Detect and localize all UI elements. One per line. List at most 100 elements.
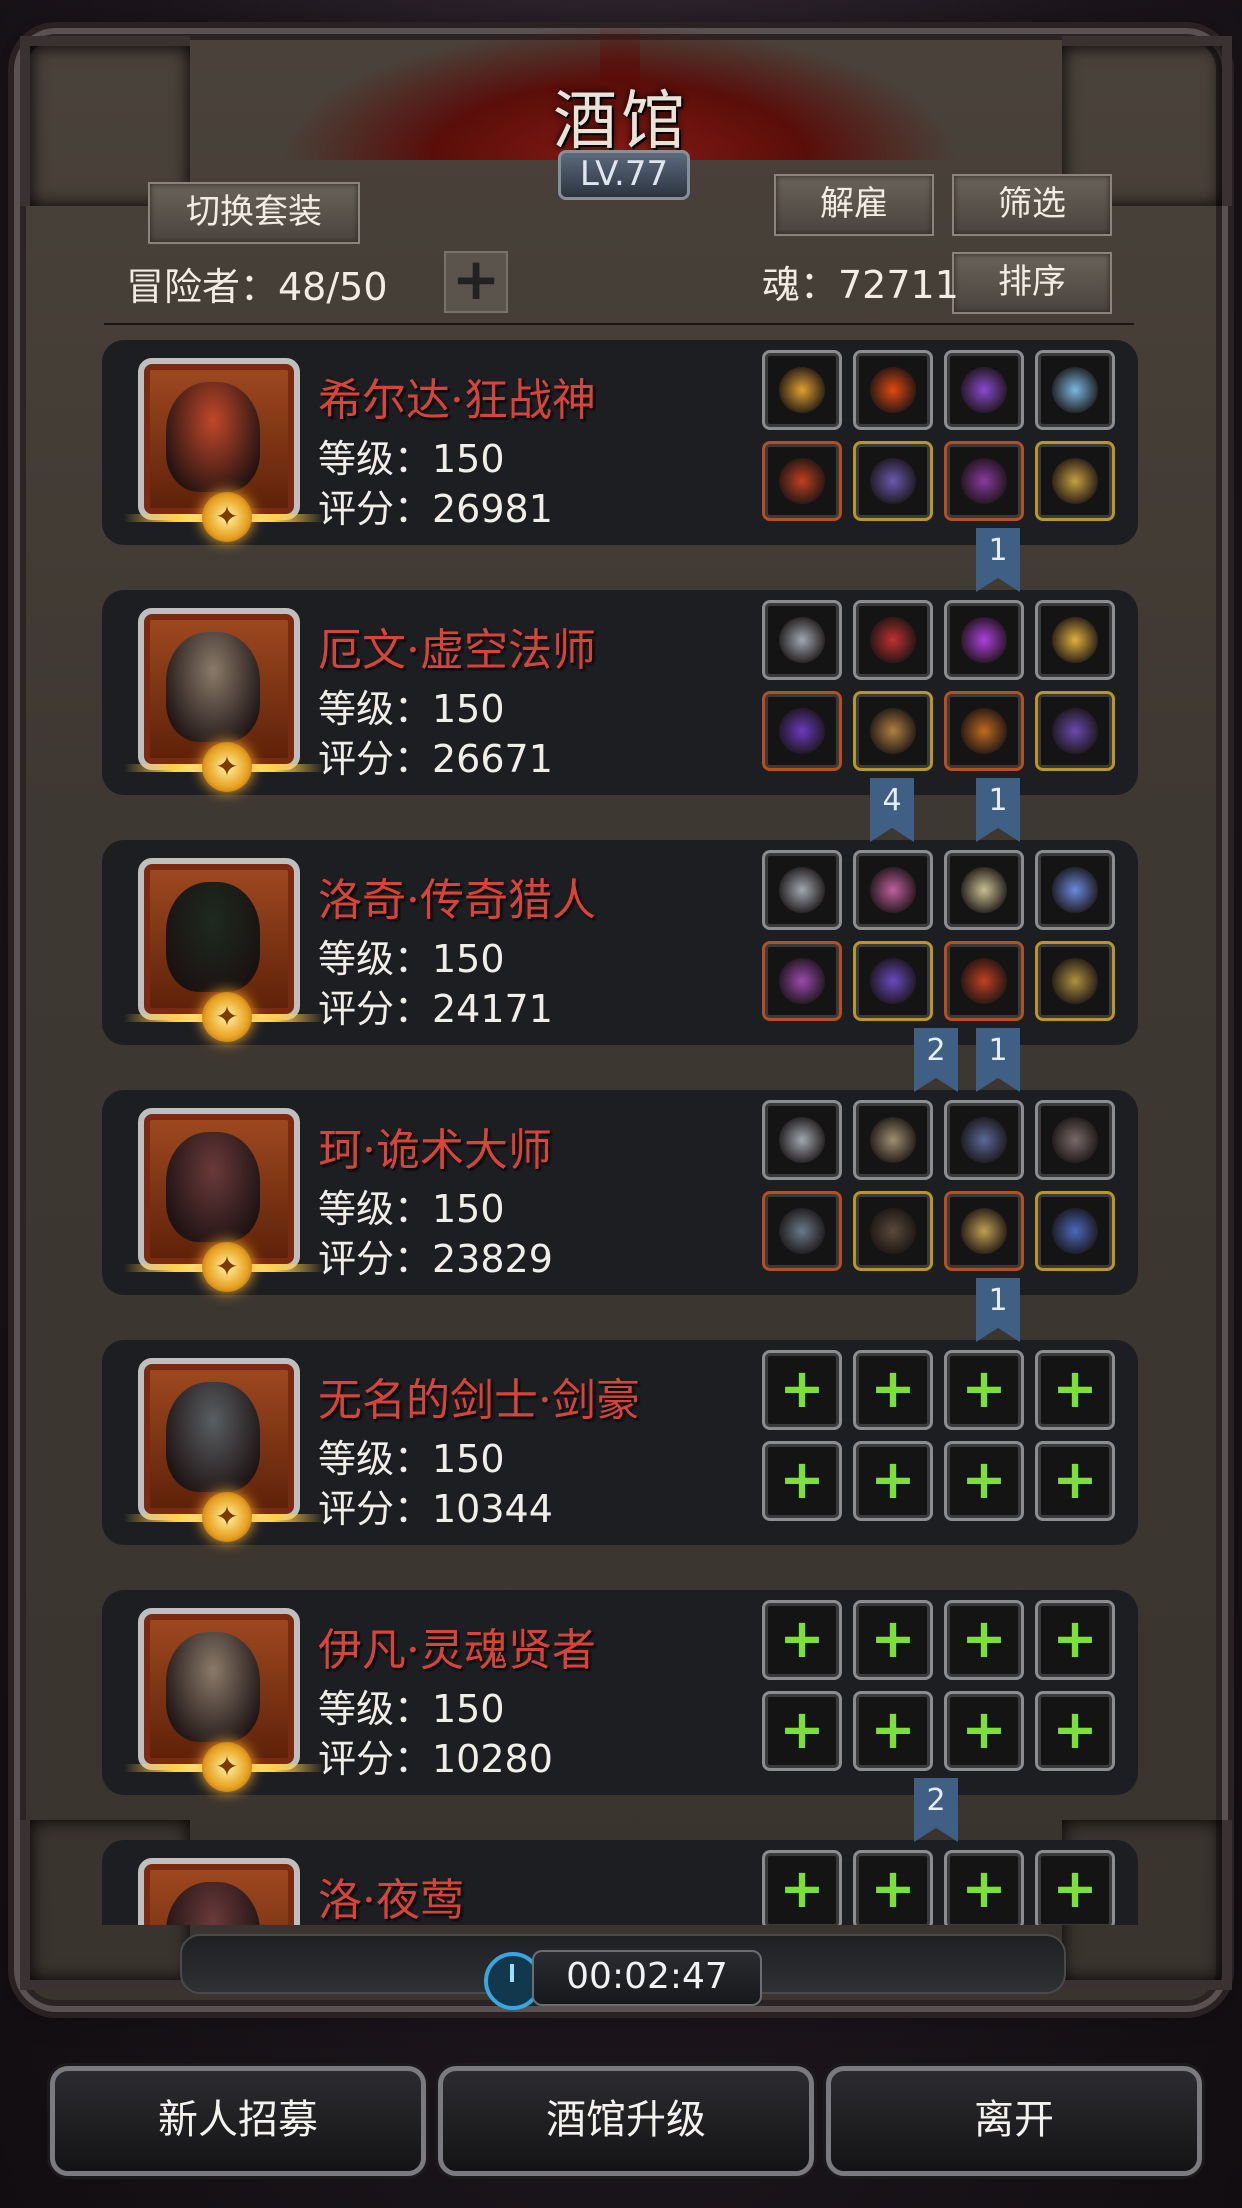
equipment-item-icon <box>779 617 825 663</box>
equipment-slot[interactable] <box>853 350 933 430</box>
adventurer-list[interactable]: ✦ 希尔达·狂战神 等级：150 评分：26981 ✦ 厄文·虚空法师 等级：150 评分：2… <box>98 340 1138 1925</box>
adventurer-card[interactable]: ✦ 伊凡·灵魂贤者 等级：150 评分：10280 + + + + + + + + <box>102 1590 1138 1795</box>
equipment-slot[interactable] <box>762 1100 842 1180</box>
equipment-slot[interactable] <box>762 600 842 680</box>
equipment-slot[interactable] <box>1035 441 1115 521</box>
equipment-item-icon <box>961 1117 1007 1163</box>
equipment-slot[interactable] <box>762 941 842 1021</box>
empty-equipment-slot[interactable]: + <box>853 1850 933 1925</box>
empty-equipment-slot[interactable]: + <box>1035 1441 1115 1521</box>
adventurer-card[interactable]: ✦ 珂·诡术大师 等级：150 评分：23829 <box>102 1090 1138 1295</box>
empty-equipment-slot[interactable]: + <box>762 1850 842 1925</box>
equipment-slot[interactable] <box>944 1100 1024 1180</box>
hero-name: 伊凡·灵魂贤者 <box>318 1625 596 1676</box>
empty-equipment-slot[interactable]: + <box>944 1850 1024 1925</box>
adventurer-card[interactable]: ✦ 无名的剑士·剑豪 等级：150 评分：10344 + + + + + + + + <box>102 1340 1138 1545</box>
equipment-item-icon <box>1052 867 1098 913</box>
equipment-slot[interactable] <box>762 850 842 930</box>
equipment-slot[interactable] <box>944 691 1024 771</box>
equipment-slot[interactable] <box>853 1191 933 1271</box>
adventurer-card[interactable]: ✦洛·夜莺++++++++ <box>102 1840 1138 1925</box>
bonus-count-flag: 2 <box>914 1778 958 1842</box>
hero-name: 厄文·虚空法师 <box>318 625 596 676</box>
equipment-slot[interactable] <box>1035 691 1115 771</box>
equipment-slot[interactable] <box>1035 850 1115 930</box>
hero-level: 等级：150 <box>318 1187 505 1231</box>
equipment-slot[interactable] <box>762 350 842 430</box>
add-equipment-icon: + <box>1052 1357 1098 1420</box>
add-equipment-icon: + <box>961 1357 1007 1420</box>
empty-equipment-slot[interactable]: + <box>1035 1850 1115 1925</box>
empty-equipment-slot[interactable]: + <box>762 1691 842 1771</box>
adventurer-card[interactable]: ✦ 厄文·虚空法师 等级：150 评分：26671 <box>102 590 1138 795</box>
equipment-slot[interactable] <box>944 941 1024 1021</box>
equipment-slot[interactable] <box>1035 600 1115 680</box>
hero-portrait[interactable]: ✦ <box>124 1108 324 1292</box>
add-equipment-icon: + <box>870 1607 916 1670</box>
hero-portrait[interactable]: ✦ <box>124 608 324 792</box>
equipment-slot[interactable] <box>944 1191 1024 1271</box>
empty-equipment-slot[interactable]: + <box>1035 1600 1115 1680</box>
empty-equipment-slot[interactable]: + <box>944 1350 1024 1430</box>
frame-corner-decoration <box>20 36 190 206</box>
empty-equipment-slot[interactable]: + <box>944 1600 1024 1680</box>
equipment-item-icon <box>1052 367 1098 413</box>
adventurer-card[interactable]: ✦ 希尔达·狂战神 等级：150 评分：26981 <box>102 340 1138 545</box>
switch-outfit-button[interactable]: 切换套装 <box>148 182 360 244</box>
hero-portrait[interactable]: ✦ <box>124 1358 324 1542</box>
rank-emblem-icon: ✦ <box>202 992 252 1042</box>
empty-equipment-slot[interactable]: + <box>944 1691 1024 1771</box>
equipment-slot[interactable] <box>944 350 1024 430</box>
empty-equipment-slot[interactable]: + <box>853 1691 933 1771</box>
equipment-slot[interactable] <box>853 691 933 771</box>
empty-equipment-slot[interactable]: + <box>762 1441 842 1521</box>
empty-equipment-slot[interactable]: + <box>853 1441 933 1521</box>
hero-name: 珂·诡术大师 <box>318 1125 552 1176</box>
equipment-slot[interactable] <box>762 691 842 771</box>
equipment-slot[interactable] <box>853 441 933 521</box>
equipment-slot[interactable] <box>853 850 933 930</box>
add-equipment-icon: + <box>961 1448 1007 1511</box>
add-slot-button[interactable]: + <box>444 250 508 313</box>
equipment-slot[interactable] <box>1035 350 1115 430</box>
add-equipment-icon: + <box>1052 1857 1098 1920</box>
dismiss-button[interactable]: 解雇 <box>774 174 934 236</box>
equipment-slot[interactable] <box>944 441 1024 521</box>
empty-equipment-slot[interactable]: + <box>762 1600 842 1680</box>
equipment-slot[interactable] <box>853 1100 933 1180</box>
equipment-slot[interactable] <box>853 600 933 680</box>
empty-equipment-slot[interactable]: + <box>853 1350 933 1430</box>
equipment-slot[interactable] <box>1035 1191 1115 1271</box>
upgrade-tavern-button[interactable]: 酒馆升级 <box>438 2066 814 2176</box>
equipment-slot[interactable] <box>944 600 1024 680</box>
add-equipment-icon: + <box>779 1448 825 1511</box>
adventurer-card[interactable]: ✦ 洛奇·传奇猎人 等级：150 评分：24171 <box>102 840 1138 1045</box>
recruit-button[interactable]: 新人招募 <box>50 2066 426 2176</box>
bonus-count-flag: 2 <box>914 1028 958 1092</box>
empty-equipment-slot[interactable]: + <box>762 1350 842 1430</box>
empty-equipment-slot[interactable]: + <box>1035 1350 1115 1430</box>
hero-portrait[interactable]: ✦ <box>138 1858 300 1925</box>
equipment-slot[interactable] <box>762 1191 842 1271</box>
equipment-slot[interactable] <box>762 441 842 521</box>
rank-emblem-icon: ✦ <box>202 1492 252 1542</box>
equipment-item-icon <box>870 367 916 413</box>
equipment-slot[interactable] <box>853 941 933 1021</box>
empty-equipment-slot[interactable]: + <box>944 1441 1024 1521</box>
leave-button[interactable]: 离开 <box>826 2066 1202 2176</box>
hero-portrait[interactable]: ✦ <box>124 358 324 542</box>
hero-portrait[interactable]: ✦ <box>124 1608 324 1792</box>
equipment-slot[interactable] <box>1035 941 1115 1021</box>
filter-button[interactable]: 筛选 <box>952 174 1112 236</box>
hero-level: 等级：150 <box>318 437 505 481</box>
rank-emblem-icon: ✦ <box>202 1742 252 1792</box>
empty-equipment-slot[interactable]: + <box>1035 1691 1115 1771</box>
equipment-slot[interactable] <box>1035 1100 1115 1180</box>
hero-score: 评分：10280 <box>318 1737 553 1781</box>
hero-portrait[interactable]: ✦ <box>124 858 324 1042</box>
equipment-slot[interactable] <box>944 850 1024 930</box>
empty-equipment-slot[interactable]: + <box>853 1600 933 1680</box>
hero-level: 等级：150 <box>318 1687 505 1731</box>
sort-button[interactable]: 排序 <box>952 252 1112 314</box>
equipment-item-icon <box>870 1208 916 1254</box>
